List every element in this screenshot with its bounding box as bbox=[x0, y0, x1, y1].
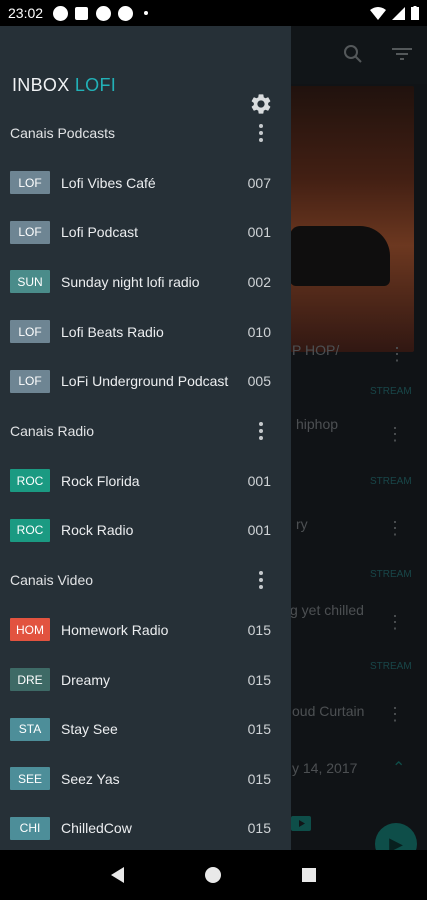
brand-prefix: INBOX bbox=[12, 75, 70, 95]
system-icons bbox=[370, 6, 419, 20]
channel-badge: CHI bbox=[10, 816, 50, 840]
channel-item[interactable]: LOF Lofi Vibes Café 007 bbox=[0, 158, 291, 208]
channel-count: 010 bbox=[247, 323, 271, 340]
channel-badge: SUN bbox=[10, 270, 50, 294]
drawer-header: INBOX LOFI bbox=[0, 26, 291, 114]
section-header-radio: Canais Radio bbox=[0, 406, 291, 456]
home-icon[interactable] bbox=[204, 867, 221, 883]
channel-item[interactable]: CHI ChilledCow 015 bbox=[0, 804, 291, 850]
channel-item[interactable]: DRE Dreamy 015 bbox=[0, 655, 291, 705]
channel-count: 001 bbox=[247, 522, 271, 539]
app-brand: INBOX LOFI bbox=[12, 75, 116, 96]
notification-icon bbox=[96, 5, 112, 21]
section-label: Canais Video bbox=[10, 572, 94, 589]
brand-accent: LOFI bbox=[74, 75, 117, 95]
channel-badge: LOF bbox=[10, 369, 50, 393]
channel-count: 015 bbox=[247, 770, 271, 787]
channel-count: 005 bbox=[247, 373, 271, 390]
channel-badge: DRE bbox=[10, 668, 50, 692]
channel-badge: LOF bbox=[10, 171, 50, 195]
channel-count: 007 bbox=[247, 174, 271, 191]
channel-item[interactable]: LOF LoFi Underground Podcast 005 bbox=[0, 356, 291, 406]
system-nav-bar bbox=[0, 850, 427, 900]
channel-label: Seez Yas bbox=[61, 770, 120, 787]
channel-label: Lofi Vibes Café bbox=[61, 174, 156, 191]
more-vertical-icon[interactable] bbox=[251, 420, 271, 442]
navigation-drawer: INBOX LOFI Canais Podcasts LOF Lofi Vibe… bbox=[0, 26, 291, 850]
channel-badge: ROC bbox=[10, 518, 50, 542]
channel-badge: STA bbox=[10, 717, 50, 741]
battery-icon bbox=[411, 6, 419, 20]
more-vertical-icon[interactable] bbox=[251, 122, 271, 144]
channel-badge: LOF bbox=[10, 320, 50, 344]
channel-badge: SEE bbox=[10, 767, 50, 791]
channel-label: Homework Radio bbox=[61, 621, 169, 638]
more-notifications-icon bbox=[144, 11, 149, 15]
channel-label: Stay See bbox=[61, 721, 118, 738]
channel-item[interactable]: LOF Lofi Podcast 001 bbox=[0, 208, 291, 258]
wifi-icon bbox=[370, 6, 386, 20]
channel-badge: HOM bbox=[10, 618, 50, 642]
channel-item[interactable]: LOF Lofi Beats Radio 010 bbox=[0, 307, 291, 357]
channel-count: 001 bbox=[247, 224, 271, 241]
channel-label: Rock Radio bbox=[61, 522, 134, 539]
channel-item[interactable]: SEE Seez Yas 015 bbox=[0, 754, 291, 804]
channel-item[interactable]: HOM Homework Radio 015 bbox=[0, 605, 291, 655]
notification-icon bbox=[118, 5, 134, 21]
more-vertical-icon[interactable] bbox=[251, 569, 271, 591]
section-header-podcasts: Canais Podcasts bbox=[0, 108, 291, 158]
channel-label: Rock Florida bbox=[61, 472, 140, 489]
channel-item[interactable]: SUN Sunday night lofi radio 002 bbox=[0, 257, 291, 307]
notification-icon bbox=[75, 6, 89, 20]
channel-item[interactable]: STA Stay See 015 bbox=[0, 704, 291, 754]
channel-item[interactable]: ROC Rock Florida 001 bbox=[0, 456, 291, 506]
signal-icon bbox=[392, 6, 405, 20]
recents-icon[interactable] bbox=[302, 868, 317, 882]
channel-item[interactable]: ROC Rock Radio 001 bbox=[0, 506, 291, 556]
channel-badge: ROC bbox=[10, 469, 50, 493]
drawer-scrim[interactable] bbox=[291, 26, 427, 850]
channel-count: 001 bbox=[247, 472, 271, 489]
channel-count: 002 bbox=[247, 273, 271, 290]
channel-count: 015 bbox=[247, 820, 271, 837]
channel-count: 015 bbox=[247, 721, 271, 738]
channel-count: 015 bbox=[247, 671, 271, 688]
channel-label: Sunday night lofi radio bbox=[61, 273, 200, 290]
section-label: Canais Radio bbox=[10, 422, 95, 439]
back-icon[interactable] bbox=[110, 867, 124, 883]
channel-label: ChilledCow bbox=[61, 820, 132, 837]
channel-badge: LOF bbox=[10, 220, 50, 244]
status-time: 23:02 bbox=[8, 5, 44, 21]
channel-label: Dreamy bbox=[61, 671, 111, 688]
status-bar: 23:02 bbox=[0, 0, 427, 26]
channel-label: Lofi Podcast bbox=[61, 224, 139, 241]
section-header-video: Canais Video bbox=[0, 555, 291, 605]
channel-count: 015 bbox=[247, 621, 271, 638]
channel-label: Lofi Beats Radio bbox=[61, 323, 164, 340]
channel-label: LoFi Underground Podcast bbox=[61, 373, 229, 390]
notification-icon bbox=[53, 5, 69, 21]
section-label: Canais Podcasts bbox=[10, 125, 116, 141]
